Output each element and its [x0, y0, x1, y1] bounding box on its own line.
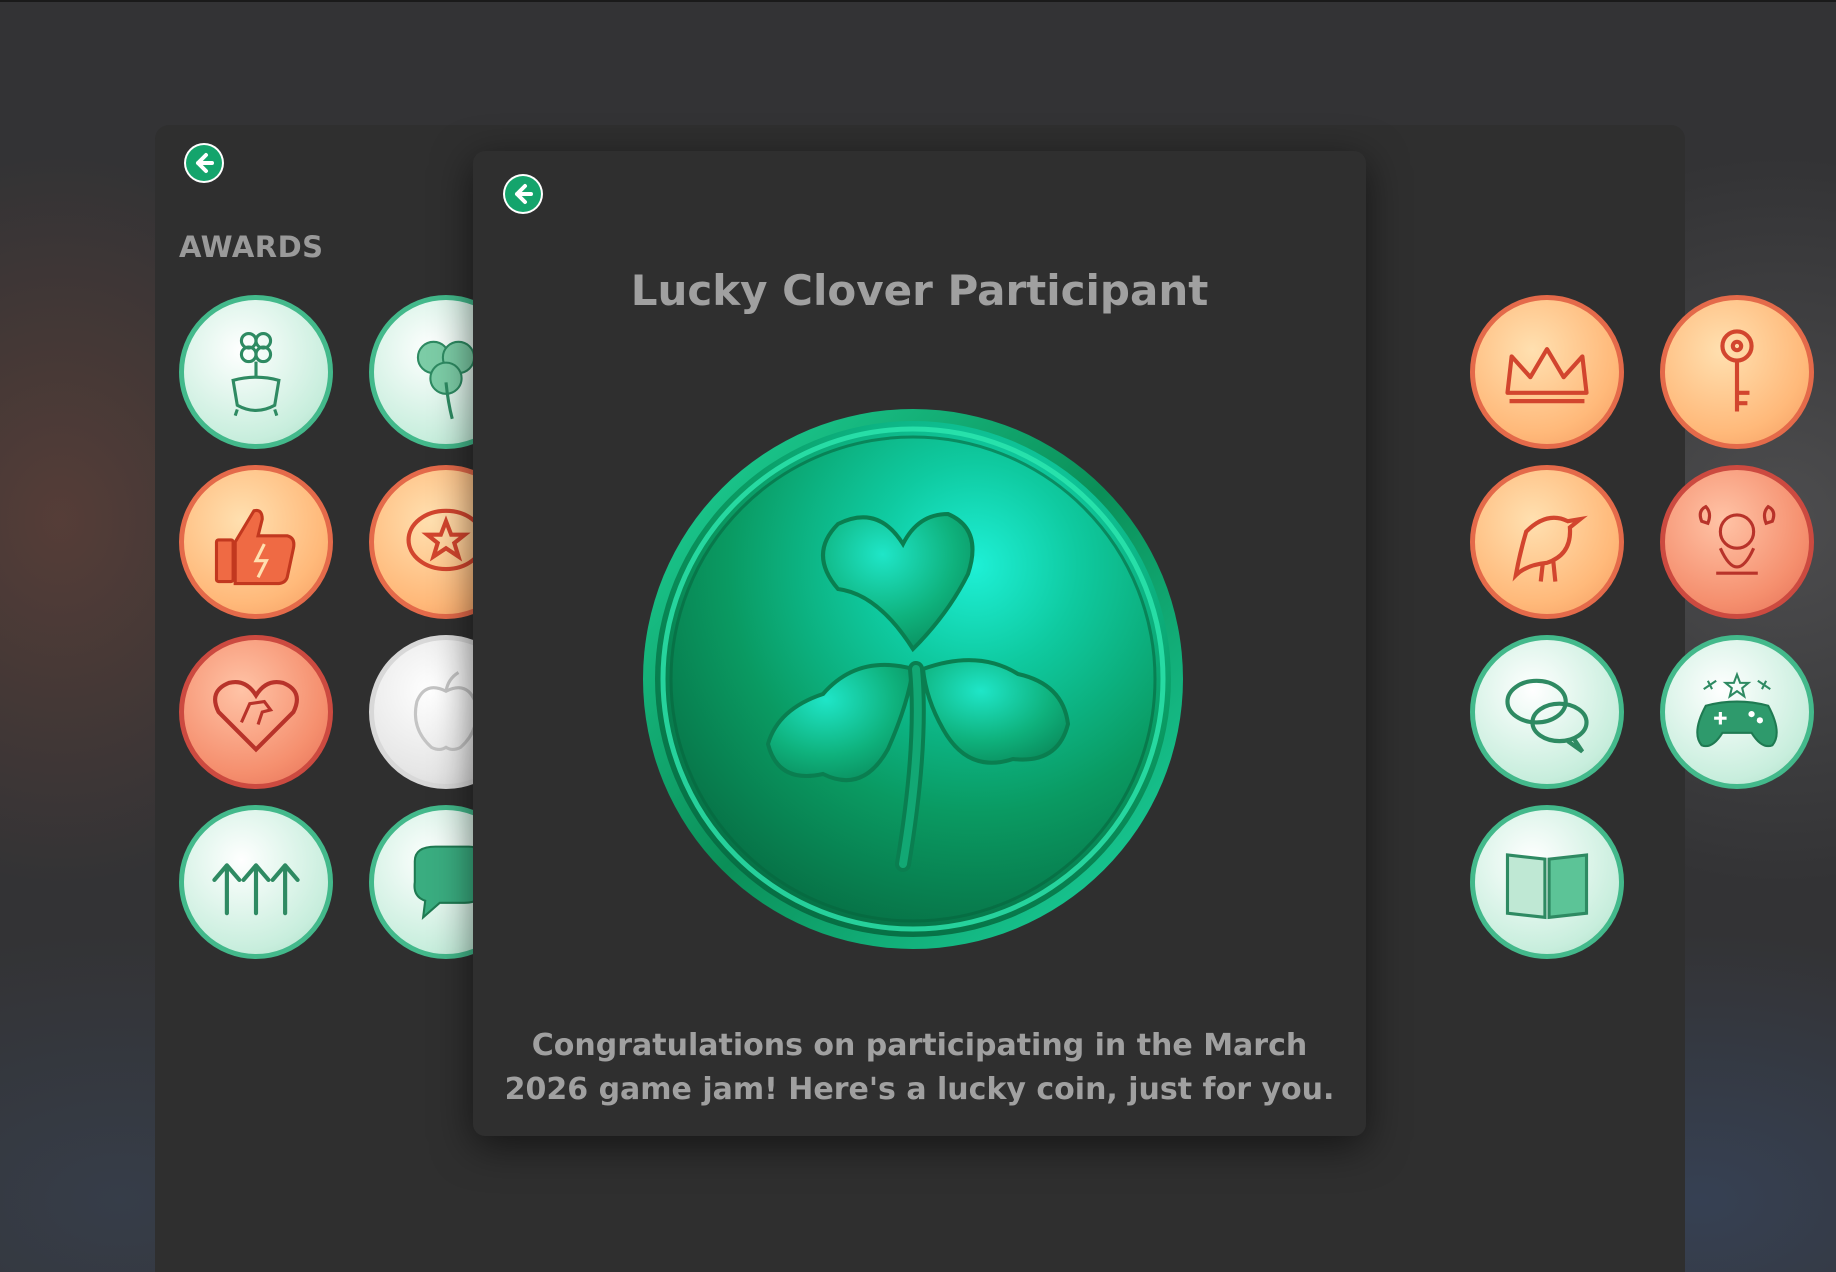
gamepad-icon — [1696, 671, 1778, 748]
crown-badge[interactable] — [1470, 295, 1624, 449]
pot-of-gold-clover-icon — [231, 331, 281, 417]
open-book-icon — [1505, 853, 1589, 920]
horse-heart-badge[interactable] — [179, 635, 333, 789]
award-detail-modal: Lucky Clover Participant Congratulations… — [473, 151, 1366, 1136]
window-top-border — [0, 0, 1836, 2]
arrows-up-icon — [212, 863, 300, 916]
pot-of-gold-clover-badge[interactable] — [179, 295, 333, 449]
key-badge[interactable] — [1660, 295, 1814, 449]
back-arrow-icon — [505, 176, 541, 212]
bird-icon — [1512, 515, 1588, 582]
awards-heading: AWARDS — [179, 230, 324, 264]
panel-back-button[interactable] — [184, 143, 224, 183]
horse-heart-icon — [213, 680, 299, 753]
modal-back-button[interactable] — [503, 174, 543, 214]
award-description: Congratulations on participating in the … — [504, 1028, 1335, 1107]
three-arrows-up-badge[interactable] — [179, 805, 333, 959]
dragon-creature-badge[interactable] — [1660, 465, 1814, 619]
creature-icon — [1698, 504, 1776, 575]
thumbs-up-lightning-badge[interactable] — [179, 465, 333, 619]
chat-bubbles-badge[interactable] — [1470, 635, 1624, 789]
bird-badge[interactable] — [1470, 465, 1624, 619]
chat-bubbles-icon — [1505, 678, 1589, 754]
open-book-badge[interactable] — [1470, 805, 1624, 959]
key-icon — [1720, 329, 1754, 412]
shamrock-coin-icon — [638, 404, 1188, 954]
award-title: Lucky Clover Participant — [630, 266, 1209, 315]
crown-icon — [1505, 347, 1589, 404]
gamepad-badge[interactable] — [1660, 635, 1814, 789]
thumbs-up-icon — [214, 508, 296, 586]
back-arrow-icon — [186, 145, 222, 181]
